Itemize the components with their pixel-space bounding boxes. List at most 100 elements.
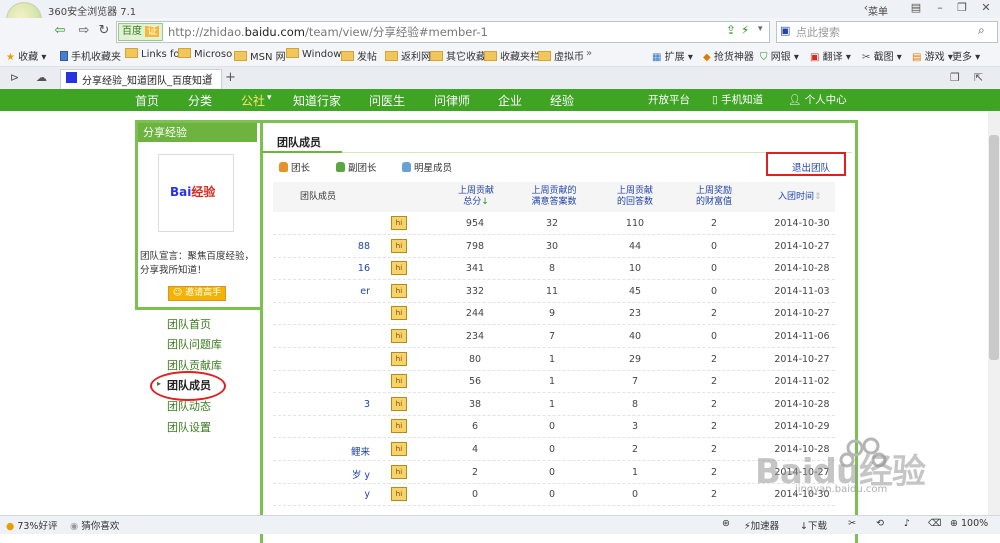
hi-chat-icon[interactable]: hi bbox=[391, 261, 407, 275]
nav-expert[interactable]: 知道行家 bbox=[293, 92, 341, 109]
more-favorites-icon[interactable]: » bbox=[586, 48, 592, 59]
nav-open-platform[interactable]: 开放平台 bbox=[648, 92, 690, 107]
hi-chat-icon[interactable]: hi bbox=[391, 216, 407, 230]
tab-close-icon[interactable]: ✕ bbox=[205, 72, 213, 83]
tool-screenshot[interactable]: ✂ 截图 ▾ bbox=[862, 48, 902, 63]
wealth-cell: 2 bbox=[710, 467, 718, 478]
scrollbar-thumb[interactable] bbox=[989, 135, 999, 360]
chevron-down-icon[interactable]: ▾ bbox=[758, 24, 763, 34]
col-wealth[interactable]: 上周奖励的财富值 bbox=[693, 186, 735, 208]
hi-chat-icon[interactable]: hi bbox=[391, 465, 407, 479]
forward-icon[interactable]: ⇨ bbox=[74, 21, 94, 41]
quit-team-button[interactable]: 退出团队 bbox=[792, 160, 830, 174]
clean-icon[interactable]: ⌫ bbox=[928, 518, 941, 529]
invite-button[interactable]: ☺ 邀请高手 bbox=[168, 286, 226, 301]
rating-status[interactable]: ● 73%好评 bbox=[6, 518, 57, 532]
tool-bank[interactable]: ⛉ 网银 ▾ bbox=[760, 48, 799, 63]
search-engine-icon[interactable]: ▣ bbox=[780, 24, 790, 37]
nav-enterprise[interactable]: 企业 bbox=[498, 92, 522, 109]
cloud-icon[interactable]: ☁ bbox=[36, 71, 47, 84]
fav-item-favbar[interactable]: 收藏夹栏 bbox=[484, 48, 540, 63]
join-date-cell: 2014-10-27 bbox=[774, 241, 830, 252]
member-name[interactable]: 16 bbox=[310, 263, 370, 274]
tool-translate[interactable]: ▣ 翻译 ▾ bbox=[810, 48, 851, 63]
cut-icon[interactable]: ✂ bbox=[848, 518, 856, 529]
nav-lawyer[interactable]: 问律师 bbox=[434, 92, 470, 109]
hi-chat-icon[interactable]: hi bbox=[391, 397, 407, 411]
panel-title: 团队成员 bbox=[277, 136, 321, 149]
col-score[interactable]: 上周贡献总分↓ bbox=[458, 186, 494, 208]
speed-icon[interactable]: ⚡ bbox=[741, 23, 749, 37]
col-satisfied[interactable]: 上周贡献的满意答案数 bbox=[528, 186, 580, 208]
fav-item-coin[interactable]: 虚拟币 bbox=[538, 48, 584, 63]
col-join-date[interactable]: 入团时间⇕ bbox=[778, 192, 822, 203]
smile-icon: ● bbox=[6, 521, 15, 532]
hi-chat-icon[interactable]: hi bbox=[391, 374, 407, 388]
nav-user-center[interactable]: 👤︎ 个人中心 bbox=[788, 92, 847, 107]
nav-community[interactable]: 公社 bbox=[241, 92, 265, 109]
nav-experience[interactable]: 经验 bbox=[550, 92, 574, 109]
back-icon[interactable]: ⇦ bbox=[50, 21, 70, 41]
tool-more[interactable]: 更多 ▾ bbox=[952, 48, 980, 63]
hi-chat-icon[interactable]: hi bbox=[391, 352, 407, 366]
download-button[interactable]: ↓下载 bbox=[800, 518, 827, 532]
zoom-control[interactable]: ⊕ 100% bbox=[950, 518, 988, 529]
menu-settings[interactable]: 团队设置 bbox=[167, 419, 211, 435]
fav-item-post[interactable]: 发帖 bbox=[341, 48, 377, 63]
skin-icon[interactable]: ▤ bbox=[906, 0, 926, 16]
url-text[interactable]: http://zhidao.baidu.com/team/view/分享经验#m… bbox=[168, 24, 488, 40]
favorites-button[interactable]: ★ 收藏 ▾ bbox=[6, 48, 46, 63]
highlight-circle bbox=[150, 371, 226, 401]
menu-question-bank[interactable]: 团队问题库 bbox=[167, 336, 222, 352]
score-cell: 0 bbox=[471, 489, 479, 500]
fav-item-windows[interactable]: Window bbox=[286, 48, 341, 60]
accelerator-button[interactable]: ⚡加速器 bbox=[744, 518, 779, 532]
cert-badge[interactable]: 百度 证 bbox=[118, 23, 164, 41]
hi-chat-icon[interactable]: hi bbox=[391, 306, 407, 320]
hi-chat-icon[interactable]: hi bbox=[391, 419, 407, 433]
close-icon[interactable]: ✕ bbox=[976, 0, 996, 16]
tool-games[interactable]: ▤ 游戏 ▾ bbox=[912, 48, 953, 63]
member-name[interactable]: er bbox=[310, 286, 370, 297]
sound-icon[interactable]: ♪ bbox=[904, 518, 910, 529]
help-icon[interactable]: ⊛ bbox=[722, 518, 730, 529]
recommend-status[interactable]: ◉ 猜你喜欢 bbox=[70, 518, 119, 532]
fav-item-links[interactable]: Links fo bbox=[125, 48, 180, 60]
fav-item-mobile[interactable]: 手机收藏夹 bbox=[60, 48, 121, 63]
col-answers[interactable]: 上周贡献的回答数 bbox=[614, 186, 656, 208]
nav-category[interactable]: 分类 bbox=[188, 92, 212, 109]
new-tab-icon[interactable]: + bbox=[225, 70, 236, 85]
sidebar-toggle-icon[interactable]: ⊳ bbox=[10, 71, 19, 84]
hi-chat-icon[interactable]: hi bbox=[391, 284, 407, 298]
tool-grab[interactable]: ◆ 抢货神器 bbox=[703, 48, 754, 63]
member-name[interactable]: 88 bbox=[310, 241, 370, 252]
hi-chat-icon[interactable]: hi bbox=[391, 487, 407, 501]
member-name[interactable]: y bbox=[310, 489, 370, 500]
fav-item-msn[interactable]: MSN 网 bbox=[234, 48, 286, 63]
tab-menu-icon[interactable]: ⇱ bbox=[974, 71, 983, 84]
share-icon[interactable]: ⇪ bbox=[726, 23, 736, 37]
search-icon[interactable]: ⌕ bbox=[978, 23, 985, 38]
fav-item-microsoft[interactable]: Microso bbox=[178, 48, 232, 60]
fav-item-rebate[interactable]: 返利网 bbox=[385, 48, 431, 63]
member-name[interactable]: 鲤来 bbox=[310, 444, 370, 458]
hi-chat-icon[interactable]: hi bbox=[391, 239, 407, 253]
maximize-icon[interactable]: ❐ bbox=[952, 0, 972, 16]
download-icon: ↓ bbox=[800, 521, 808, 532]
menu-team-home[interactable]: 团队首页 bbox=[167, 316, 211, 332]
menu-chevron-icon[interactable]: ‹ bbox=[856, 0, 876, 16]
restore-tab-icon[interactable]: ❐ bbox=[950, 71, 960, 84]
restore-icon[interactable]: ⟲ bbox=[876, 518, 884, 529]
score-cell: 38 bbox=[468, 399, 482, 410]
tool-extensions[interactable]: ▦ 扩展 ▾ bbox=[652, 48, 693, 63]
nav-home[interactable]: 首页 bbox=[135, 92, 159, 109]
fav-item-other[interactable]: 其它收藏 bbox=[430, 48, 486, 63]
nav-mobile[interactable]: ▯ 手机知道 bbox=[712, 92, 763, 107]
member-name[interactable]: 岁 y bbox=[310, 467, 370, 481]
home-icon[interactable] bbox=[97, 21, 117, 41]
nav-doctor[interactable]: 问医生 bbox=[369, 92, 405, 109]
hi-chat-icon[interactable]: hi bbox=[391, 442, 407, 456]
minimize-icon[interactable]: – bbox=[930, 0, 950, 16]
member-name[interactable]: 3 bbox=[310, 399, 370, 410]
hi-chat-icon[interactable]: hi bbox=[391, 329, 407, 343]
